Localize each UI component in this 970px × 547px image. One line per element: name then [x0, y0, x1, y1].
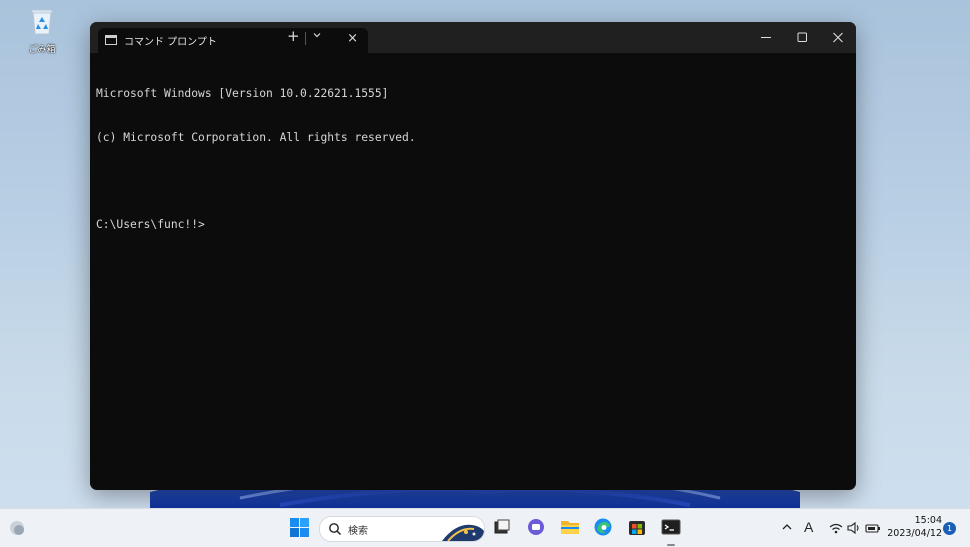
console-output[interactable]: Microsoft Windows [Version 10.0.22621.15… [96, 58, 846, 478]
minimize-button[interactable] [749, 22, 783, 53]
teams-chat-icon[interactable] [526, 517, 546, 537]
search-highlight-image [442, 517, 484, 541]
tab-separator [305, 32, 306, 45]
start-button[interactable] [290, 518, 309, 537]
search-icon [329, 523, 342, 536]
microsoft-store-icon[interactable] [627, 517, 647, 537]
edge-browser-icon[interactable] [593, 517, 613, 537]
file-explorer-icon[interactable] [560, 517, 580, 537]
maximize-button[interactable] [785, 22, 819, 53]
console-line: (c) Microsoft Corporation. All rights re… [96, 130, 416, 144]
command-prompt-icon [105, 35, 117, 45]
notification-badge[interactable]: 1 [943, 522, 956, 535]
close-button[interactable] [821, 22, 855, 53]
system-clock[interactable]: 15:04 2023/04/12 [886, 514, 942, 540]
new-tab-button[interactable]: + [287, 27, 300, 45]
battery-icon[interactable] [865, 521, 881, 535]
recycle-bin-icon [31, 9, 53, 35]
title-bar[interactable]: コマンド プロンプト × + [90, 22, 856, 53]
clock-time: 15:04 [914, 515, 942, 526]
terminal-window[interactable]: コマンド プロンプト × + Microsoft Windows [Versio… [90, 22, 856, 490]
console-line: Microsoft Windows [Version 10.0.22621.15… [96, 87, 389, 100]
taskbar: 検索 A 15:04 2023/04/12 1 [0, 508, 970, 547]
terminal-icon[interactable] [661, 517, 681, 537]
task-view-icon[interactable] [492, 517, 512, 537]
clock-date: 2023/04/12 [887, 528, 942, 539]
recycle-bin-shortcut[interactable]: ごみ箱 [22, 6, 62, 55]
volume-icon[interactable] [847, 521, 861, 535]
search-placeholder: 検索 [348, 526, 368, 537]
chevron-down-icon[interactable] [312, 30, 322, 40]
recycle-bin-label: ごみ箱 [28, 45, 56, 55]
tab-command-prompt[interactable]: コマンド プロンプト × [98, 28, 368, 53]
console-prompt: C:\Users\func!!> [96, 217, 205, 231]
ime-indicator[interactable]: A [804, 519, 813, 535]
tab-close-button[interactable]: × [347, 31, 358, 46]
wifi-icon[interactable] [828, 521, 844, 535]
tab-title: コマンド プロンプト [124, 37, 217, 48]
taskbar-search-box[interactable]: 検索 [319, 516, 485, 542]
weather-widget-icon[interactable] [8, 519, 26, 537]
chevron-up-icon[interactable] [780, 520, 794, 534]
